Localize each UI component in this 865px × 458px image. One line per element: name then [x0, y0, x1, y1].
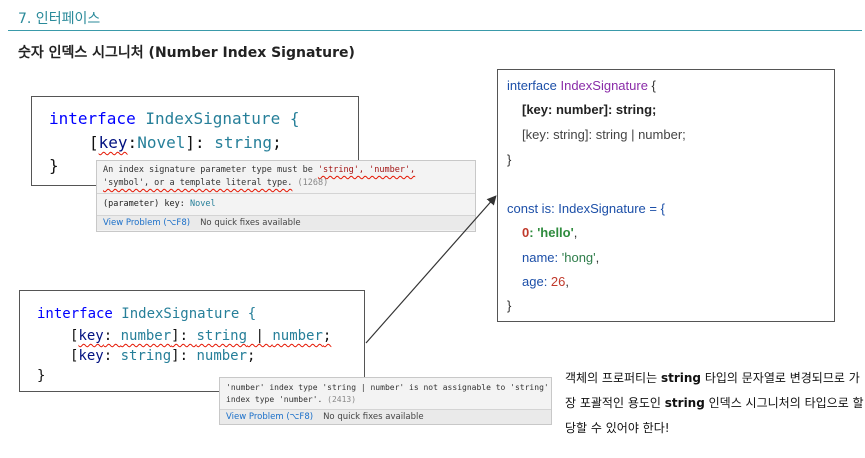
brace: { — [647, 78, 656, 93]
keyword-interface: interface — [49, 109, 136, 128]
bracket: [ — [89, 133, 99, 152]
signature-type: Novel — [190, 199, 216, 209]
error-message: An index signature parameter type must b… — [103, 164, 415, 177]
code-line: const is: IndexSignature = { — [507, 201, 665, 216]
interface-name: IndexSignature { — [112, 306, 257, 322]
hover-actions-bar: View Problem (⌥F8) No quick fixes availab… — [220, 409, 551, 424]
code-line: } — [37, 367, 45, 385]
code-line: [key:Novel]: string; — [89, 133, 282, 153]
message-text: An index signature parameter type must b… — [103, 165, 318, 175]
code-line: [key: number]: string; — [522, 102, 657, 117]
no-quick-fixes-label: No quick fixes available — [323, 412, 424, 422]
bracket: ]: — [171, 328, 197, 344]
example-code-box: interface IndexSignature { [key: number]… — [497, 69, 835, 322]
interface-name: IndexSignature — [560, 78, 648, 93]
string-value: 'hello' — [537, 225, 574, 240]
error-message: index type 'number'. (2413) — [226, 393, 356, 406]
semicolon: ; — [272, 133, 282, 152]
property-key: name: — [522, 250, 562, 265]
index-key-error[interactable]: key — [99, 133, 128, 152]
value-type: string — [196, 328, 248, 344]
comma: , — [565, 274, 570, 289]
error-code: (2413) — [322, 395, 357, 404]
index-key-error[interactable]: key — [78, 328, 103, 344]
message-text: index type 'number'. — [226, 395, 323, 404]
closing-brace: } — [37, 368, 46, 384]
key-type: Novel — [137, 133, 186, 152]
explanation-note: 객체의 프로퍼티는 string 타입의 문자열로 변경되므로 가장 포괄적인 … — [565, 366, 865, 441]
comma: , — [595, 250, 600, 265]
message-text: 'symbol', or a template literal type. — [103, 178, 293, 188]
note-emphasis: string — [664, 396, 705, 410]
note-emphasis: string — [660, 371, 701, 385]
hover-actions-bar: View Problem (⌥F8) No quick fixes availab… — [97, 215, 475, 230]
code-line: 0: 'hello', — [522, 225, 577, 241]
code-line: } — [507, 152, 512, 167]
message-code: 'string', 'number', — [317, 165, 416, 175]
colon: : — [103, 348, 121, 364]
keyword-interface: interface — [507, 78, 561, 93]
code-line: } — [49, 156, 59, 176]
view-problem-link[interactable]: View Problem (⌥F8) — [103, 218, 190, 228]
string-value: 'hong' — [561, 250, 596, 265]
closing-brace: } — [49, 156, 59, 175]
colon: : — [103, 328, 121, 344]
code-line: name: 'hong', — [522, 250, 599, 266]
property-key: age: — [522, 274, 551, 289]
error-code: (1268) — [292, 178, 329, 188]
value-type: string — [214, 133, 273, 152]
code-line: [key: string]: string | number; — [522, 127, 686, 142]
code-line: } — [507, 298, 512, 313]
key-type: string — [120, 348, 172, 364]
note-text: 객체의 프로퍼티는 — [565, 371, 661, 385]
value-type: number — [196, 348, 248, 364]
key-type: number — [120, 328, 172, 344]
code-line: interface IndexSignature { — [49, 109, 299, 129]
bracket: ]: — [185, 133, 215, 152]
colon: : — [127, 133, 138, 152]
divider — [97, 193, 475, 194]
code-line: [key: number]: string | number; — [70, 327, 331, 345]
code-line: [key: string]: number; — [70, 347, 255, 365]
bracket: ]: — [171, 348, 197, 364]
code-line: age: 26, — [522, 274, 569, 290]
semicolon: ; — [247, 348, 256, 364]
union-bar: | — [247, 328, 273, 344]
section-divider — [8, 30, 862, 31]
no-quick-fixes-label: No quick fixes available — [200, 218, 301, 228]
signature-label: (parameter) key: — [103, 199, 190, 209]
index-key: key — [78, 348, 104, 364]
error-hover-tooltip: 'number' index type 'string | number' is… — [219, 377, 552, 425]
error-hover-tooltip: An index signature parameter type must b… — [96, 160, 476, 232]
value-type: number — [272, 328, 323, 344]
comma: , — [573, 225, 578, 240]
parameter-signature: (parameter) key: Novel — [103, 198, 216, 210]
semicolon: ; — [322, 328, 332, 344]
code-line: interface IndexSignature { — [507, 78, 656, 94]
number-value: 26 — [550, 274, 566, 289]
interface-name: IndexSignature { — [135, 109, 300, 128]
keyword-interface: interface — [37, 306, 113, 322]
view-problem-link[interactable]: View Problem (⌥F8) — [226, 412, 313, 422]
page-subtitle: 숫자 인덱스 시그니처 (Number Index Signature) — [18, 45, 355, 61]
error-message: 'symbol', or a template literal type. (1… — [103, 177, 328, 190]
code-line: interface IndexSignature { — [37, 305, 256, 323]
section-title: 7. 인터페이스 — [18, 11, 101, 27]
colon: : — [529, 225, 538, 240]
